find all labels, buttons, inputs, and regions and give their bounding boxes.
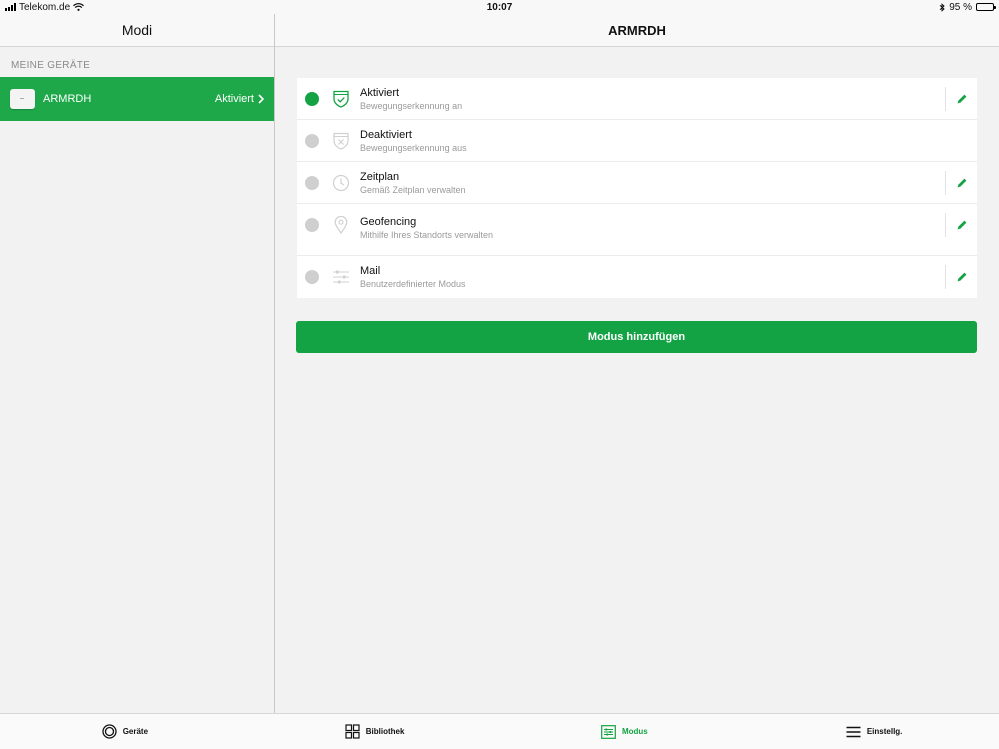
pencil-icon <box>957 178 966 188</box>
wifi-icon <box>73 3 85 11</box>
menu-icon <box>846 726 861 737</box>
right-pane-title: ARMRDH <box>275 14 999 47</box>
mode-text: Deaktiviert Bewegungserkennung aus <box>360 129 977 153</box>
shield-x-icon <box>332 132 350 150</box>
tab-modus[interactable]: Modus <box>500 714 750 749</box>
mode-radio[interactable] <box>305 218 319 232</box>
mode-subtitle: Bewegungserkennung aus <box>360 142 467 153</box>
bluetooth-icon <box>939 2 945 12</box>
edit-mode-button[interactable] <box>945 265 977 289</box>
status-bar: Telekom.de 10:07 95 % <box>0 0 999 14</box>
mode-radio[interactable] <box>305 133 319 148</box>
mode-row-geofencing[interactable]: Geofencing Mithilfe Ihres Standorts verw… <box>297 204 977 256</box>
battery-percent: 95 % <box>949 1 972 13</box>
left-pane: Modi MEINE GERÄTE ARMRDH Aktiviert <box>0 14 275 713</box>
edit-mode-button[interactable] <box>945 171 977 195</box>
mode-title: Geofencing <box>360 216 417 228</box>
shield-check-icon <box>332 90 350 108</box>
mode-subtitle: Mithilfe Ihres Standorts verwalten <box>360 230 494 240</box>
mode-title: Mail <box>360 265 381 277</box>
battery-icon <box>976 3 996 11</box>
camera-device-icon <box>10 89 35 109</box>
mode-title: Deaktiviert <box>360 128 412 141</box>
tab-einstellungen[interactable]: Einstellg. <box>749 714 999 749</box>
camera-ring-icon <box>102 724 117 739</box>
mode-subtitle: Gemäß Zeitplan verwalten <box>360 184 466 195</box>
clock-label: 10:07 <box>486 1 513 13</box>
section-label-devices: MEINE GERÄTE <box>11 60 91 71</box>
mode-text: Geofencing Mithilfe Ihres Standorts verw… <box>360 216 977 240</box>
mode-row-zeitplan[interactable]: Zeitplan Gemäß Zeitplan verwalten <box>297 162 977 204</box>
mode-radio[interactable] <box>305 270 319 284</box>
mode-radio-selected[interactable] <box>305 91 319 106</box>
mode-text: Zeitplan Gemäß Zeitplan verwalten <box>360 171 977 195</box>
device-status-label: Aktiviert <box>214 93 254 105</box>
mode-title: Zeitplan <box>360 170 400 183</box>
pencil-icon <box>957 94 966 104</box>
right-pane: ARMRDH Aktiviert Bewegungserkennung an D… <box>275 14 999 713</box>
mode-radio[interactable] <box>305 175 319 190</box>
left-pane-title: Modi <box>0 14 274 47</box>
location-pin-icon <box>332 216 350 234</box>
device-name: ARMRDH <box>43 93 92 105</box>
tab-label: Einstellg. <box>866 727 903 736</box>
mode-subtitle: Benutzerdefinierter Modus <box>360 279 466 289</box>
signal-icon <box>5 3 16 11</box>
device-status: Aktiviert <box>215 93 264 105</box>
edit-mode-button[interactable] <box>945 87 977 111</box>
tab-label: Geräte <box>122 727 149 736</box>
mode-title: Aktiviert <box>360 86 400 99</box>
pencil-icon <box>957 272 966 282</box>
tab-label: Modus <box>621 727 648 736</box>
tab-geraete[interactable]: Geräte <box>0 714 250 749</box>
clock-icon <box>332 174 350 192</box>
tab-bibliothek[interactable]: Bibliothek <box>250 714 500 749</box>
mode-text: Aktiviert Bewegungserkennung an <box>360 87 977 111</box>
edit-mode-button[interactable] <box>945 213 977 237</box>
sliders-box-icon <box>601 724 616 739</box>
carrier-label: Telekom.de <box>19 1 71 13</box>
grid-icon <box>345 724 360 739</box>
mode-row-mail[interactable]: Mail Benutzerdefinierter Modus <box>297 256 977 298</box>
status-right: 95 % <box>939 1 996 13</box>
sliders-icon <box>332 268 350 286</box>
pencil-icon <box>957 220 966 230</box>
status-left: Telekom.de <box>5 1 85 13</box>
chevron-right-icon <box>258 94 264 104</box>
mode-subtitle: Bewegungserkennung an <box>360 100 463 111</box>
tab-bar: Geräte Bibliothek Modus Einstellg. <box>0 713 999 749</box>
mode-row-aktiviert[interactable]: Aktiviert Bewegungserkennung an <box>297 78 977 120</box>
tab-label: Bibliothek <box>365 727 405 736</box>
mode-list: Aktiviert Bewegungserkennung an Deaktivi… <box>297 78 977 298</box>
add-mode-button[interactable]: Modus hinzufügen <box>296 321 977 353</box>
mode-text: Mail Benutzerdefinierter Modus <box>360 265 977 289</box>
device-row-armrdh[interactable]: ARMRDH Aktiviert <box>0 77 274 121</box>
mode-row-deaktiviert[interactable]: Deaktiviert Bewegungserkennung aus <box>297 120 977 162</box>
